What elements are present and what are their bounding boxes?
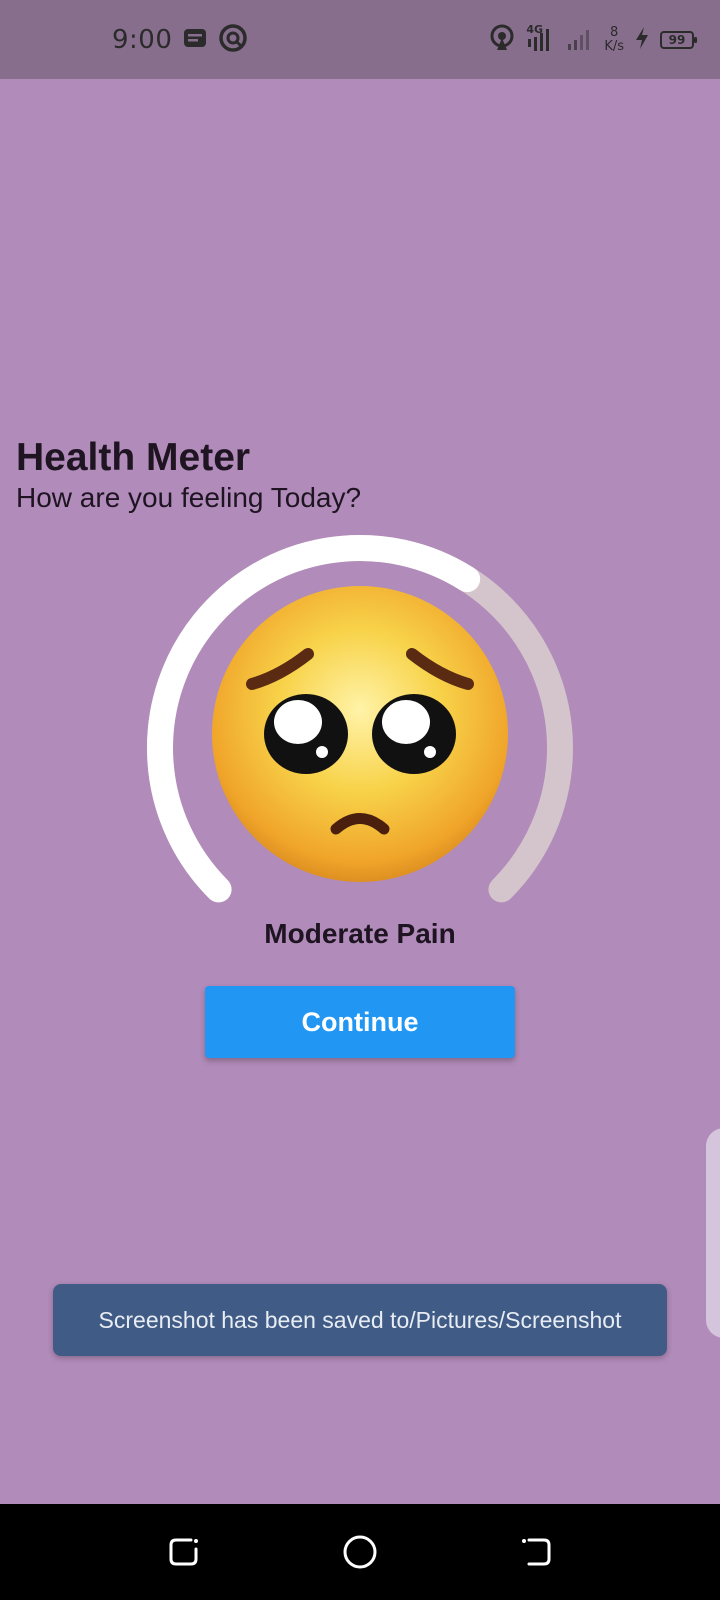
home-icon[interactable] (340, 1532, 380, 1572)
battery-level: 99 (668, 33, 686, 47)
navigation-bar (0, 1504, 720, 1600)
status-time: 9:00 (112, 25, 173, 55)
status-bar: 9:00 4G 8 K/s 99 (0, 0, 720, 79)
battery-icon: 99 (660, 31, 697, 49)
signal-4g-icon: 4G (526, 23, 556, 55)
pleading-face-emoji (212, 586, 508, 882)
page-title: Health Meter (16, 436, 251, 479)
continue-button[interactable]: Continue (205, 986, 515, 1058)
charging-icon (634, 26, 650, 54)
speed-value: 8 (610, 25, 619, 40)
pain-level-label: Moderate Pain (264, 918, 456, 949)
edge-panel-handle[interactable] (706, 1128, 720, 1338)
page-subtitle: How are you feeling Today? (16, 482, 362, 513)
hotspot-icon (488, 24, 516, 56)
screenshot-toast: Screenshot has been saved to/Pictures/Sc… (53, 1284, 667, 1356)
app-notification-icon (218, 23, 248, 57)
recent-apps-icon[interactable] (164, 1532, 204, 1572)
status-left: 9:00 (112, 22, 248, 58)
network-speed: 8 K/s (604, 26, 624, 54)
toast-message: Screenshot has been saved to/Pictures/Sc… (98, 1306, 622, 1333)
back-icon[interactable] (516, 1532, 556, 1572)
signal-icon (566, 24, 594, 56)
speed-unit: K/s (604, 39, 624, 54)
message-notification-icon (182, 25, 208, 55)
status-right: 4G 8 K/s 99 (488, 22, 697, 58)
